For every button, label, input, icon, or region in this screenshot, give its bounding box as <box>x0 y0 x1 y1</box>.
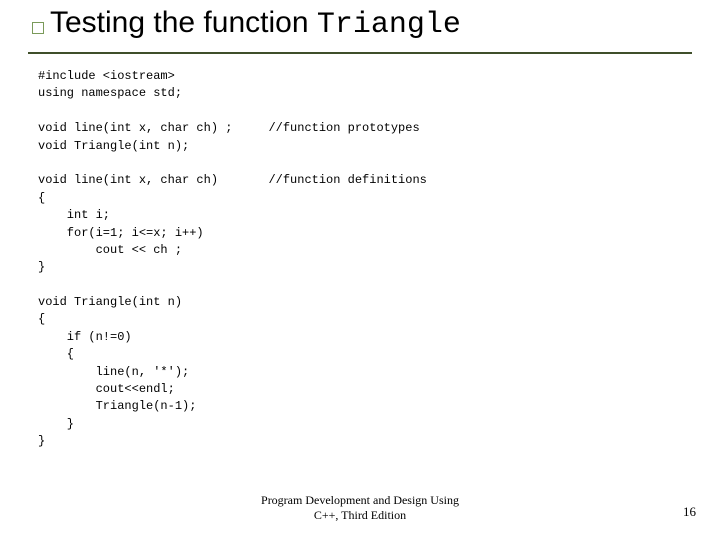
page-number: 16 <box>683 504 696 520</box>
title-mono: Triangle <box>317 8 461 42</box>
footer-line2: C++, Third Edition <box>314 508 406 522</box>
accent-square-icon <box>32 22 44 34</box>
footer: Program Development and Design Using C++… <box>0 493 720 522</box>
slide-title: Testing the function Triangle <box>50 6 461 42</box>
title-underline <box>28 52 692 54</box>
title-text: Testing the function <box>50 6 317 39</box>
slide: Testing the function Triangle #include <… <box>0 0 720 540</box>
code-block: #include <iostream> using namespace std;… <box>38 68 427 451</box>
footer-line1: Program Development and Design Using <box>261 493 459 507</box>
